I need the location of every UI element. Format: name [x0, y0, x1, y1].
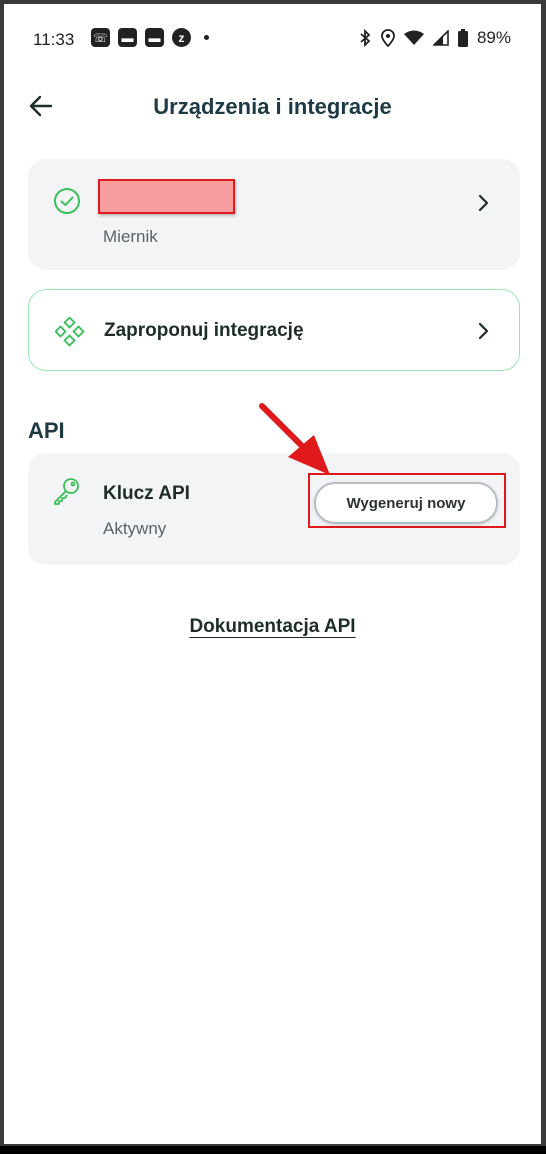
- mail-icon: ▬: [145, 28, 164, 47]
- device-card[interactable]: Miernik: [28, 159, 520, 270]
- api-key-label: Klucz API: [103, 483, 190, 504]
- integration-icon: [55, 317, 85, 347]
- check-circle-icon: [54, 188, 80, 214]
- api-key-status: Aktywny: [103, 519, 167, 538]
- battery-icon: [457, 29, 468, 47]
- device-subtitle: Miernik: [103, 227, 158, 246]
- location-icon: [381, 29, 395, 47]
- page-title: Urządzenia i integracje: [153, 94, 392, 119]
- call-notification-icon: ☏: [91, 28, 110, 47]
- bluetooth-icon: [360, 29, 371, 47]
- app-screen: 11:33 ☏ ▬ ▬ z 89% Urządzenia i integracj…: [4, 4, 541, 1144]
- chevron-right-icon: [478, 322, 489, 340]
- dot-icon: [204, 35, 209, 40]
- mail-icon: ▬: [118, 28, 137, 47]
- propose-integration-card[interactable]: Zaproponuj integrację: [28, 289, 520, 371]
- redacted-device-name: [98, 179, 235, 214]
- key-icon: [54, 478, 79, 505]
- navigation-bar: [0, 1146, 546, 1154]
- z-app-icon: z: [172, 28, 191, 47]
- docs-link-wrapper: Dokumentacja API: [4, 616, 541, 638]
- api-documentation-link[interactable]: Dokumentacja API: [189, 616, 355, 637]
- system-icons: 89%: [358, 28, 511, 48]
- section-title-api: API: [28, 418, 65, 443]
- chevron-right-icon: [478, 194, 489, 212]
- wifi-icon: [403, 30, 424, 45]
- annotation-arrow-icon: [259, 403, 330, 475]
- battery-percent: 89%: [476, 28, 511, 47]
- status-bar: 11:33 ☏ ▬ ▬ z 89%: [4, 22, 541, 56]
- status-time: 11:33: [33, 30, 75, 49]
- propose-integration-label: Zaproponuj integrację: [104, 320, 304, 341]
- notification-icons: ☏ ▬ ▬ z: [91, 28, 209, 47]
- signal-icon: [432, 30, 449, 46]
